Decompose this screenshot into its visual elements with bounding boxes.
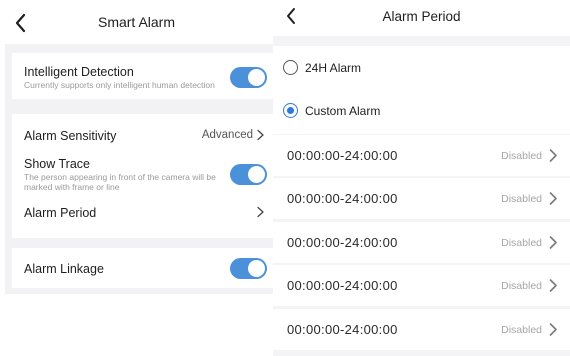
intelligent-detection-row: Intelligent Detection Currently supports… (12, 53, 273, 99)
smart-alarm-screen: Smart Alarm Intelligent Detection Curren… (0, 0, 273, 356)
alarm-period-label: Alarm Period (24, 206, 97, 220)
chevron-right-icon (549, 192, 557, 205)
radio-custom-alarm[interactable] (283, 103, 298, 118)
period-status: Disabled (501, 150, 542, 162)
option-24h-alarm-label: 24H Alarm (305, 61, 362, 75)
period-status: Disabled (501, 193, 542, 205)
alarm-linkage-toggle[interactable] (230, 258, 267, 279)
alarm-sensitivity-value-wrap: Advanced (202, 129, 265, 141)
period-status: Disabled (501, 280, 542, 292)
alarm-period-screen: Alarm Period 24H Alarm Custom Alarm 00:0… (273, 0, 570, 356)
navigation-bar: Smart Alarm (0, 0, 273, 44)
chevron-right-icon (549, 149, 557, 162)
period-row[interactable]: 00:00:00-24:00:00 Disabled (273, 265, 570, 306)
chevron-right-icon (549, 279, 557, 292)
page-title: Smart Alarm (97, 14, 175, 30)
alarm-linkage-label: Alarm Linkage (24, 262, 104, 276)
show-trace-description-2: marked with frame or line (24, 182, 120, 192)
page-title: Alarm Period (382, 9, 461, 24)
alarm-period-arrow-wrap (256, 206, 265, 218)
alarm-sensitivity-row[interactable]: Alarm Sensitivity Advanced (12, 114, 273, 154)
period-time: 00:00:00-24:00:00 (287, 148, 398, 163)
show-trace-toggle[interactable] (230, 164, 267, 185)
period-time: 00:00:00-24:00:00 (287, 278, 398, 293)
period-time: 00:00:00-24:00:00 (287, 191, 398, 206)
alarm-sensitivity-label: Alarm Sensitivity (24, 129, 117, 143)
chevron-right-icon (257, 206, 264, 218)
intelligent-detection-label: Intelligent Detection (24, 65, 134, 79)
radio-24h-alarm[interactable] (283, 60, 298, 75)
option-custom-alarm[interactable]: Custom Alarm (273, 90, 570, 134)
period-row[interactable]: 00:00:00-24:00:00 Disabled (273, 309, 570, 350)
chevron-right-icon (257, 129, 264, 141)
intelligent-detection-description: Currently supports only intelligent huma… (24, 80, 215, 90)
show-trace-label: Show Trace (24, 157, 91, 171)
period-row[interactable]: 00:00:00-24:00:00 Disabled (273, 222, 570, 263)
chevron-right-icon (549, 236, 557, 249)
period-status: Disabled (501, 324, 542, 336)
intelligent-detection-toggle[interactable] (230, 67, 267, 88)
option-24h-alarm[interactable]: 24H Alarm (273, 46, 570, 90)
alarm-settings-card: Alarm Sensitivity Advanced Show Trace Th… (12, 114, 273, 238)
alarm-linkage-row: Alarm Linkage (12, 248, 273, 288)
chevron-right-icon (549, 323, 557, 336)
alarm-sensitivity-value: Advanced (201, 129, 253, 141)
period-row[interactable]: 00:00:00-24:00:00 Disabled (273, 135, 570, 176)
alarm-period-row[interactable]: Alarm Period (12, 198, 273, 238)
show-trace-row: Show Trace The person appearing in front… (12, 154, 273, 198)
period-time: 00:00:00-24:00:00 (287, 235, 398, 250)
option-custom-alarm-label: Custom Alarm (305, 104, 381, 118)
period-time: 00:00:00-24:00:00 (287, 322, 398, 337)
period-status: Disabled (501, 237, 542, 249)
period-row[interactable]: 00:00:00-24:00:00 Disabled (273, 178, 570, 219)
navigation-bar: Alarm Period (273, 0, 570, 36)
